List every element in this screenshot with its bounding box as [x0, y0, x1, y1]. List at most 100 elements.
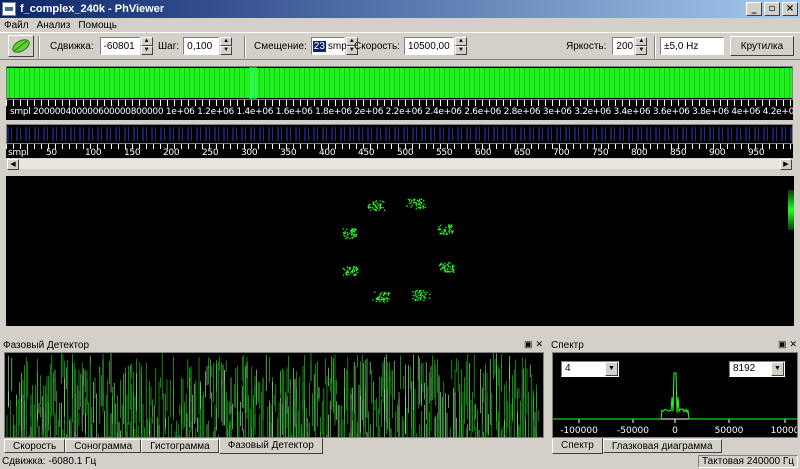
steep-button[interactable]: Крутилка — [730, 36, 794, 56]
constellation-point — [381, 298, 383, 300]
constellation-point — [452, 264, 454, 266]
constellation-point — [420, 298, 422, 301]
spectrum-plot[interactable]: -100000 -50000 0 50000 10000 4 ▼ 8192 ▼ — [552, 352, 798, 438]
shift-input[interactable]: -60801 — [99, 37, 140, 55]
constellation-point — [423, 299, 425, 301]
horizontal-scrollbar[interactable]: ◀ ▶ — [6, 158, 793, 170]
level-indicator — [788, 190, 794, 230]
tab-speed[interactable]: Скорость — [4, 439, 66, 453]
constellation-point — [353, 270, 355, 273]
constellation-point — [383, 292, 386, 294]
constellation-point — [440, 268, 442, 271]
constellation-point — [420, 198, 423, 200]
constellation-point — [352, 272, 354, 274]
phase-detector-svg — [6, 353, 539, 437]
constellation-point — [410, 206, 412, 208]
constellation-point — [415, 290, 417, 292]
spectrum-fft-combo[interactable]: 8192 ▼ — [729, 361, 785, 377]
constellation-point — [412, 199, 414, 201]
constellation-point — [387, 292, 389, 294]
constellation-point — [426, 291, 428, 293]
constellation-point — [342, 267, 345, 270]
chevron-down-icon[interactable]: ▼ — [771, 362, 784, 376]
constellation-point — [452, 230, 454, 232]
constellation-point — [411, 204, 413, 207]
constellation-point — [411, 200, 413, 202]
speed-input[interactable]: 10500,00 — [403, 37, 454, 55]
scroll-left-arrow[interactable]: ◀ — [7, 159, 19, 170]
brightness-input[interactable]: 200 — [612, 37, 635, 55]
constellation-point — [425, 293, 427, 295]
constellation-point — [353, 234, 355, 236]
brightness-spinner[interactable]: ▲ ▼ — [635, 37, 648, 55]
close-button[interactable]: × — [782, 2, 798, 16]
constellation-point — [356, 271, 359, 274]
spectrum-trace — [553, 372, 797, 420]
constellation-point — [388, 292, 391, 294]
offset-input[interactable]: 23 smpl — [310, 37, 349, 55]
step-input[interactable]: 0,100 — [183, 37, 220, 55]
constellation-point — [351, 234, 353, 236]
constellation-point — [375, 204, 377, 206]
sample-ruler-mid: smpl 50 100 150 200 250 300 350 400 450 500 550 600… — [6, 144, 793, 158]
scroll-right-arrow[interactable]: ▶ — [780, 159, 792, 170]
constellation-point — [443, 267, 445, 269]
tab-eye-diagram[interactable]: Глазковая диаграмма — [602, 439, 722, 453]
constellation-point — [385, 292, 387, 294]
constellation-point — [342, 232, 345, 234]
constellation-point — [453, 271, 455, 273]
constellation-point — [383, 297, 385, 299]
menu-file[interactable]: Файл — [4, 20, 29, 31]
tab-spectrum[interactable]: Спектр — [552, 438, 603, 454]
constellation-point — [428, 297, 431, 299]
constellation-point — [383, 294, 385, 296]
spectrum-close-icon[interactable]: ✕ — [789, 339, 797, 350]
constellation-point — [386, 297, 388, 299]
constellation-point — [414, 292, 416, 294]
minimize-button[interactable]: _ — [746, 2, 762, 16]
overview-selection[interactable] — [249, 67, 257, 99]
overview-waveform[interactable] — [6, 66, 793, 100]
tab-sonogram[interactable]: Сонограмма — [65, 439, 142, 453]
app-icon — [2, 2, 16, 16]
constellation-plot[interactable] — [6, 176, 794, 326]
ruler-mid-tick-label: 450 — [358, 148, 375, 158]
constellation-point — [416, 295, 418, 298]
phase-dock-title: Фазовый Детектор ▣ ✕ — [0, 338, 546, 352]
tab-phase-detector[interactable]: Фазовый Детектор — [218, 438, 323, 454]
constellation-point — [375, 201, 377, 203]
constellation-point — [406, 205, 408, 207]
constellation-point — [374, 291, 376, 293]
constellation-point — [369, 209, 372, 211]
toolbar: Сдвижка: -60801 ▲ ▼ Шаг: 0,100 ▲ ▼ Смещени… — [0, 32, 800, 60]
restore-button[interactable]: ▫ — [764, 2, 780, 16]
sample-strip[interactable] — [6, 124, 793, 144]
menu-help[interactable]: Помощь — [78, 20, 117, 31]
ruler-mid-tick-label: 650 — [514, 148, 531, 158]
constellation-point — [381, 292, 383, 294]
constellation-point — [349, 266, 351, 269]
step-spinner[interactable]: ▲ ▼ — [220, 37, 233, 55]
tab-histogram[interactable]: Гистограмма — [141, 439, 219, 453]
spectrum-tick-label: 50000 — [715, 426, 744, 436]
constellation-point — [452, 270, 455, 272]
spectrum-avg-combo[interactable]: 4 ▼ — [561, 361, 619, 377]
spectrum-dock-title: Спектр ▣ ✕ — [548, 338, 800, 352]
menu-analysis[interactable]: Анализ — [37, 20, 71, 31]
speed-spinner[interactable]: ▲ ▼ — [454, 37, 467, 55]
menu-bar: Файл Анализ Помощь — [0, 18, 800, 32]
spectrum-tick-label: -100000 — [560, 426, 598, 436]
chevron-down-icon[interactable]: ▼ — [605, 362, 618, 376]
constellation-point — [352, 228, 354, 230]
dock-float-icon[interactable]: ▣ — [524, 339, 533, 350]
ruler-mid-tick-label: 100 — [85, 148, 102, 158]
leaf-button[interactable] — [8, 35, 34, 57]
ruler-mid-unit: smpl — [8, 148, 29, 158]
dock-close-icon[interactable]: ✕ — [535, 339, 543, 350]
shift-spinner[interactable]: ▲ ▼ — [140, 37, 153, 55]
constellation-point — [376, 202, 379, 204]
spectrum-float-icon[interactable]: ▣ — [778, 339, 787, 350]
constellation-point — [451, 267, 454, 269]
freq-input[interactable]: ±5,0 Hz — [660, 37, 724, 55]
phase-detector-plot[interactable] — [4, 352, 544, 438]
